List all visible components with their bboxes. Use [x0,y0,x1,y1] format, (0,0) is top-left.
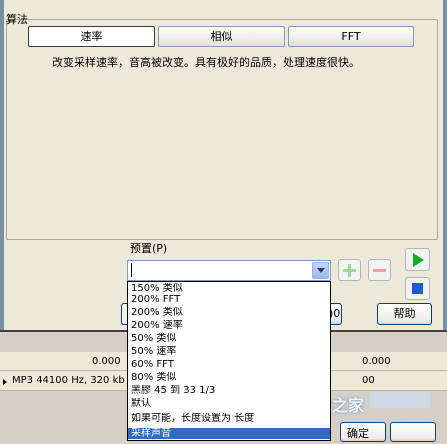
algorithm-group-label: 算法 [6,13,28,26]
background-scrollbar[interactable] [370,392,430,408]
tab-fft[interactable]: FFT [288,26,414,47]
chevron-down-icon [317,268,325,273]
preset-option[interactable]: 默认 [128,398,330,409]
algorithm-description: 改变采样速率，音高被改变。具有极好的品质，处理速度很快。 [52,56,360,69]
tab-rate[interactable]: 速率 [28,26,155,47]
background-time-display-2: 0.000 [362,356,391,367]
preset-option[interactable]: 60% FFT [128,359,330,370]
preset-option[interactable]: 200% 速率 [128,320,330,331]
preset-option[interactable]: 80% 类似 [128,372,330,383]
audio-format-label: MP3 44100 Hz, 320 kb [12,375,125,386]
preset-option[interactable]: 50% 类似 [128,333,330,344]
text-caret [131,263,132,277]
preset-option-selected[interactable]: 采样声音 [128,428,330,439]
preset-option[interactable]: 50% 速率 [128,346,330,357]
format-arrow-icon[interactable] [3,379,7,385]
preset-option[interactable]: 黑膠 45 到 33 1/3 [128,385,330,396]
preset-combobox[interactable] [127,260,331,281]
background-time-display: 0.000 [92,356,121,367]
preset-option[interactable]: 如果可能，长度设置为 长度 [128,413,330,424]
preset-option[interactable]: 150% 类似 [128,283,330,294]
play-icon [413,253,424,267]
preset-label: 预置(P) [130,242,168,255]
help-button[interactable]: 帮助 [377,303,432,325]
confirm-button-label: 确定 [347,427,369,440]
dialog-right-border [443,0,447,330]
tab-similar[interactable]: 相似 [158,26,285,47]
preset-option[interactable]: 200% 类似 [128,307,330,318]
preset-dropdown-list[interactable]: 150% 类似 200% FFT 200% 类似 200% 速率 50% 类似 … [127,281,331,441]
plus-icon-vertical [348,264,351,277]
minus-icon [373,269,386,272]
dialog-left-border [0,0,4,330]
preset-option[interactable]: 200% FFT [128,294,330,305]
stop-icon [412,283,423,294]
cancel-button[interactable] [390,422,436,442]
algorithm-group [6,19,438,240]
background-time-display-3: 00 [362,375,375,386]
